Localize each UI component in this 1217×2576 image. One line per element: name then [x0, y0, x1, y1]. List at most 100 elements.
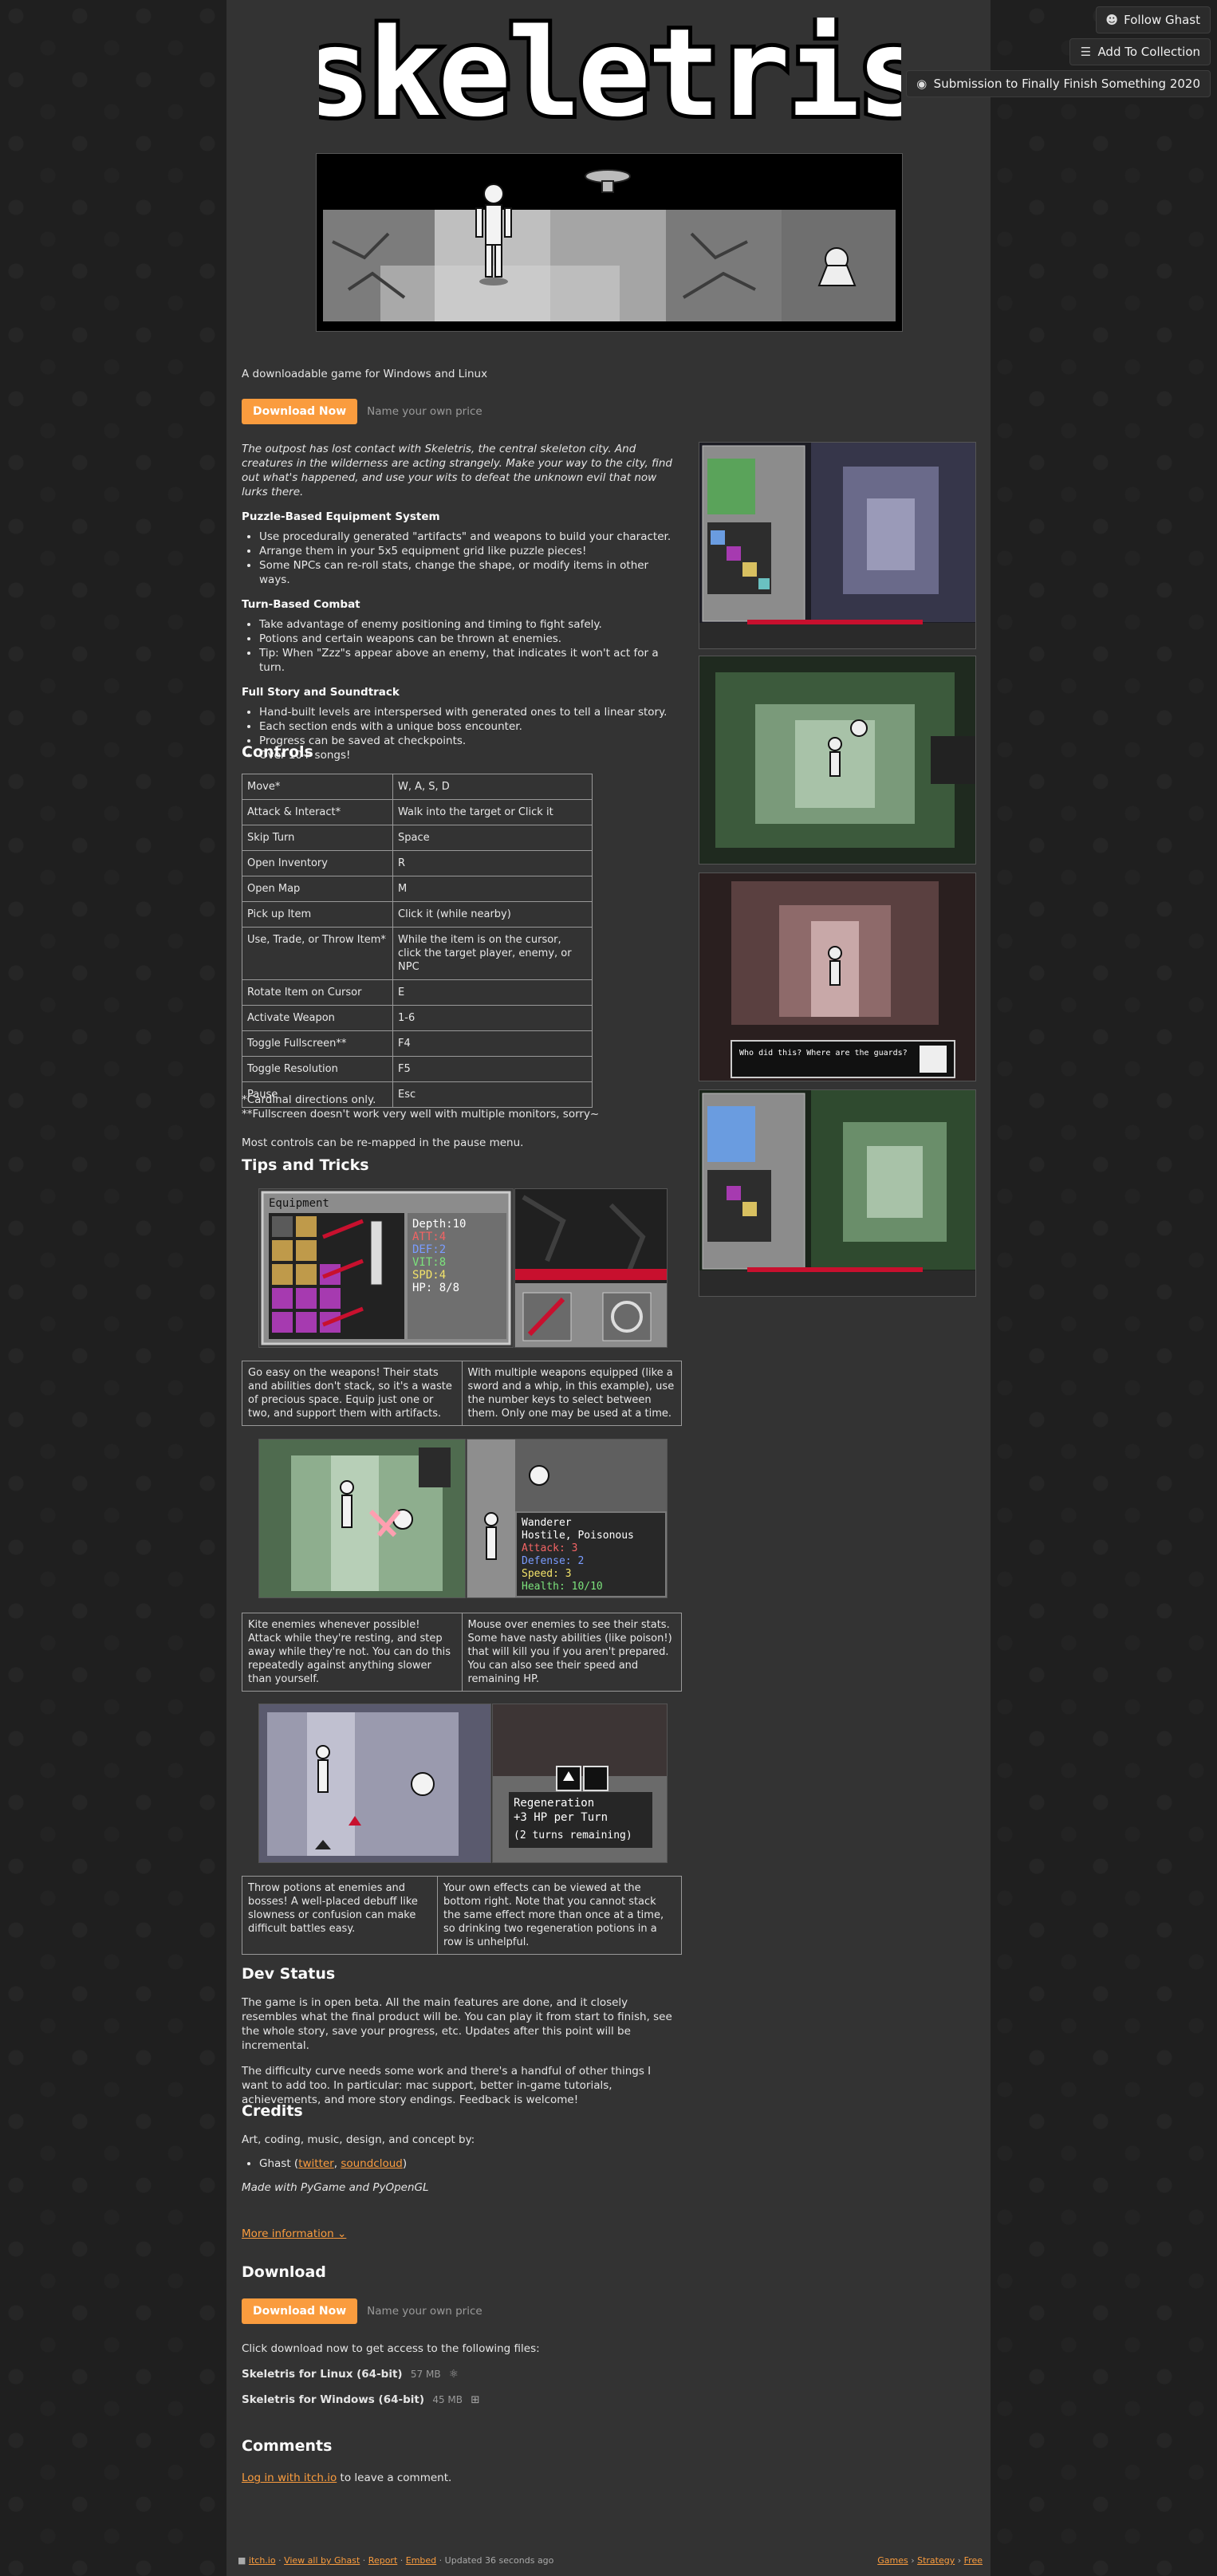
equip-vit: VIT:8	[412, 1256, 446, 1269]
strategy-link[interactable]: Strategy	[917, 2555, 955, 2566]
control-key: W, A, S, D	[392, 774, 593, 800]
download-files: Click download now to get access to the …	[242, 2342, 688, 2407]
more-information-link[interactable]: More information ⌄	[242, 2227, 346, 2240]
section-title-equipment: Puzzle-Based Equipment System	[242, 510, 440, 523]
table-row: Open Inventory R	[242, 850, 593, 876]
control-key: 1-6	[392, 1005, 593, 1031]
report-link[interactable]: Report	[368, 2555, 397, 2566]
table-row: Throw potions at enemies and bosses! A w…	[242, 1876, 682, 1955]
twitter-link[interactable]: twitter	[298, 2157, 334, 2170]
control-key: M	[392, 876, 593, 902]
list-add-icon: ☰	[1080, 45, 1092, 59]
control-action: Toggle Fullscreen**	[242, 1030, 393, 1057]
list-item: Take advantage of enemy positioning and …	[259, 617, 676, 632]
footer-right: Games › Strategy › Free	[877, 2555, 983, 2566]
login-link[interactable]: Log in with itch.io	[242, 2472, 337, 2484]
table-row: Skip Turn Space	[242, 825, 593, 851]
effect-desc: +3 HP per Turn	[514, 1811, 608, 1824]
control-action: Rotate Item on Cursor	[242, 979, 393, 1006]
table-row: Attack & Interact* Walk into the target o…	[242, 799, 593, 825]
section-title-story: Full Story and Soundtrack	[242, 686, 400, 699]
gameplay-screenshot-3: Who did this? Where are the guards?	[699, 872, 976, 1081]
credit-name: Ghast	[259, 2157, 291, 2170]
control-key: E	[392, 979, 593, 1006]
tip-text: With multiple weapons equipped (like a s…	[461, 1361, 682, 1426]
games-link[interactable]: Games	[877, 2555, 908, 2566]
enemy-name: Wanderer	[522, 1517, 572, 1529]
comments: Comments Log in with itch.io to leave a …	[242, 2437, 688, 2485]
free-link[interactable]: Free	[964, 2555, 983, 2566]
price-hint-2: Name your own price	[367, 2305, 482, 2318]
credits-line: Art, coding, music, design, and concept …	[242, 2133, 475, 2146]
table-row: Kite enemies whenever possible! Attack w…	[242, 1613, 682, 1692]
controls-table: Move* W, A, S, D Attack & Interact* Walk i…	[242, 774, 593, 1108]
control-action: Toggle Resolution	[242, 1056, 393, 1082]
download-now-button[interactable]: Download Now	[242, 399, 358, 424]
purchase-row: Download Now Name your own price	[242, 399, 688, 424]
equipment-screenshot: Equipment Depth:10 ATT:4 DEF:2 VIT:8 SPD…	[258, 1188, 514, 1348]
follow-label: Follow Ghast	[1124, 13, 1200, 27]
controls-note-3: Most controls can be re-mapped in the pa…	[242, 1136, 524, 1149]
download-now-button-2[interactable]: Download Now	[242, 2298, 358, 2324]
user-plus-icon: ☻	[1105, 13, 1118, 27]
download-heading: Download	[242, 2263, 326, 2281]
jam-submission-button[interactable]: ◉ Submission to Finally Finish Something …	[905, 70, 1211, 97]
controls-note-1: *Cardinal directions only.	[242, 1093, 376, 1106]
tagline-block: A downloadable game for Windows and Linu…	[242, 367, 688, 381]
enemy-speed: Speed: 3	[522, 1568, 572, 1580]
intro-text: The outpost has lost contact with Skelet…	[242, 443, 672, 498]
enemy-stats-screenshot: Wanderer Hostile, Poisonous Attack: 3 De…	[467, 1439, 668, 1598]
control-key: Click it (while nearby)	[392, 901, 593, 928]
follow-button[interactable]: ☻ Follow Ghast	[1096, 6, 1211, 33]
footer-left: ■ itch.io · View all by Ghast · Report ·…	[238, 2555, 554, 2566]
equip-hp: HP: 8/8	[412, 1282, 459, 1294]
enemy-traits: Hostile, Poisonous	[522, 1530, 634, 1542]
control-key: Walk into the target or Click it	[392, 799, 593, 825]
windows-icon: ⊞	[471, 2393, 480, 2406]
dev-status-p1: The game is in open beta. All the main f…	[242, 1996, 672, 2052]
control-key: R	[392, 850, 593, 876]
control-key: F5	[392, 1056, 593, 1082]
credits: Credits Art, coding, music, design, and …	[242, 2102, 680, 2195]
table-row: Rotate Item on Cursor E	[242, 979, 593, 1006]
chevron-down-icon: ⌄	[337, 2227, 347, 2240]
control-key: While the item is on the cursor, click t…	[392, 927, 593, 980]
tagline: A downloadable game for Windows and Linu…	[242, 368, 488, 380]
control-action: Open Map	[242, 876, 393, 902]
table-row: Toggle Resolution F5	[242, 1056, 593, 1082]
tips-heading: Tips and Tricks	[242, 1156, 369, 1174]
table-row: Go easy on the weapons! Their stats and …	[242, 1361, 682, 1426]
view-all-link[interactable]: View all by Ghast	[284, 2555, 360, 2566]
tip-text: Kite enemies whenever possible! Attack w…	[242, 1613, 463, 1692]
table-row: Open Map M	[242, 876, 593, 902]
award-icon: ◉	[916, 77, 928, 91]
more-info-label: More information	[242, 2227, 334, 2240]
table-row: Toggle Fullscreen** F4	[242, 1030, 593, 1057]
more-info-row: More information ⌄	[242, 2225, 688, 2241]
soundcloud-link[interactable]: soundcloud	[341, 2157, 403, 2170]
equipment-grid	[269, 1213, 404, 1339]
jam-label: Submission to Finally Finish Something 2…	[933, 77, 1200, 91]
add-to-collection-button[interactable]: ☰ Add To Collection	[1069, 38, 1211, 65]
enemy-attack: Attack: 3	[522, 1542, 577, 1554]
control-action: Pick up Item	[242, 901, 393, 928]
credit-item: Ghast (twitter, soundcloud)	[259, 2157, 680, 2171]
file-size: 45 MB	[432, 2394, 463, 2405]
itchio-link[interactable]: itch.io	[249, 2555, 276, 2566]
controls-heading: Controls	[242, 743, 313, 761]
control-action: Use, Trade, or Throw Item*	[242, 927, 393, 980]
effect-turns: (2 turns remaining)	[514, 1830, 632, 1841]
list-item: Potions and certain weapons can be throw…	[259, 632, 676, 646]
effects-screenshot: Regeneration +3 HP per Turn (2 turns rem…	[492, 1704, 668, 1863]
file-size: 57 MB	[410, 2369, 441, 2380]
embed-link[interactable]: Embed	[406, 2555, 436, 2566]
dialog-text: Who did this? Where are the guards?	[739, 1049, 908, 1058]
control-key: F4	[392, 1030, 593, 1057]
download-heading-block: Download	[242, 2263, 688, 2281]
logo-text: skeletris	[319, 18, 901, 137]
control-action: Skip Turn	[242, 825, 393, 851]
list-item: Some NPCs can re-roll stats, change the …	[259, 558, 676, 587]
credits-heading: Credits	[242, 2102, 303, 2120]
table-row: Move* W, A, S, D	[242, 774, 593, 800]
download-instructions: Click download now to get access to the …	[242, 2342, 540, 2355]
